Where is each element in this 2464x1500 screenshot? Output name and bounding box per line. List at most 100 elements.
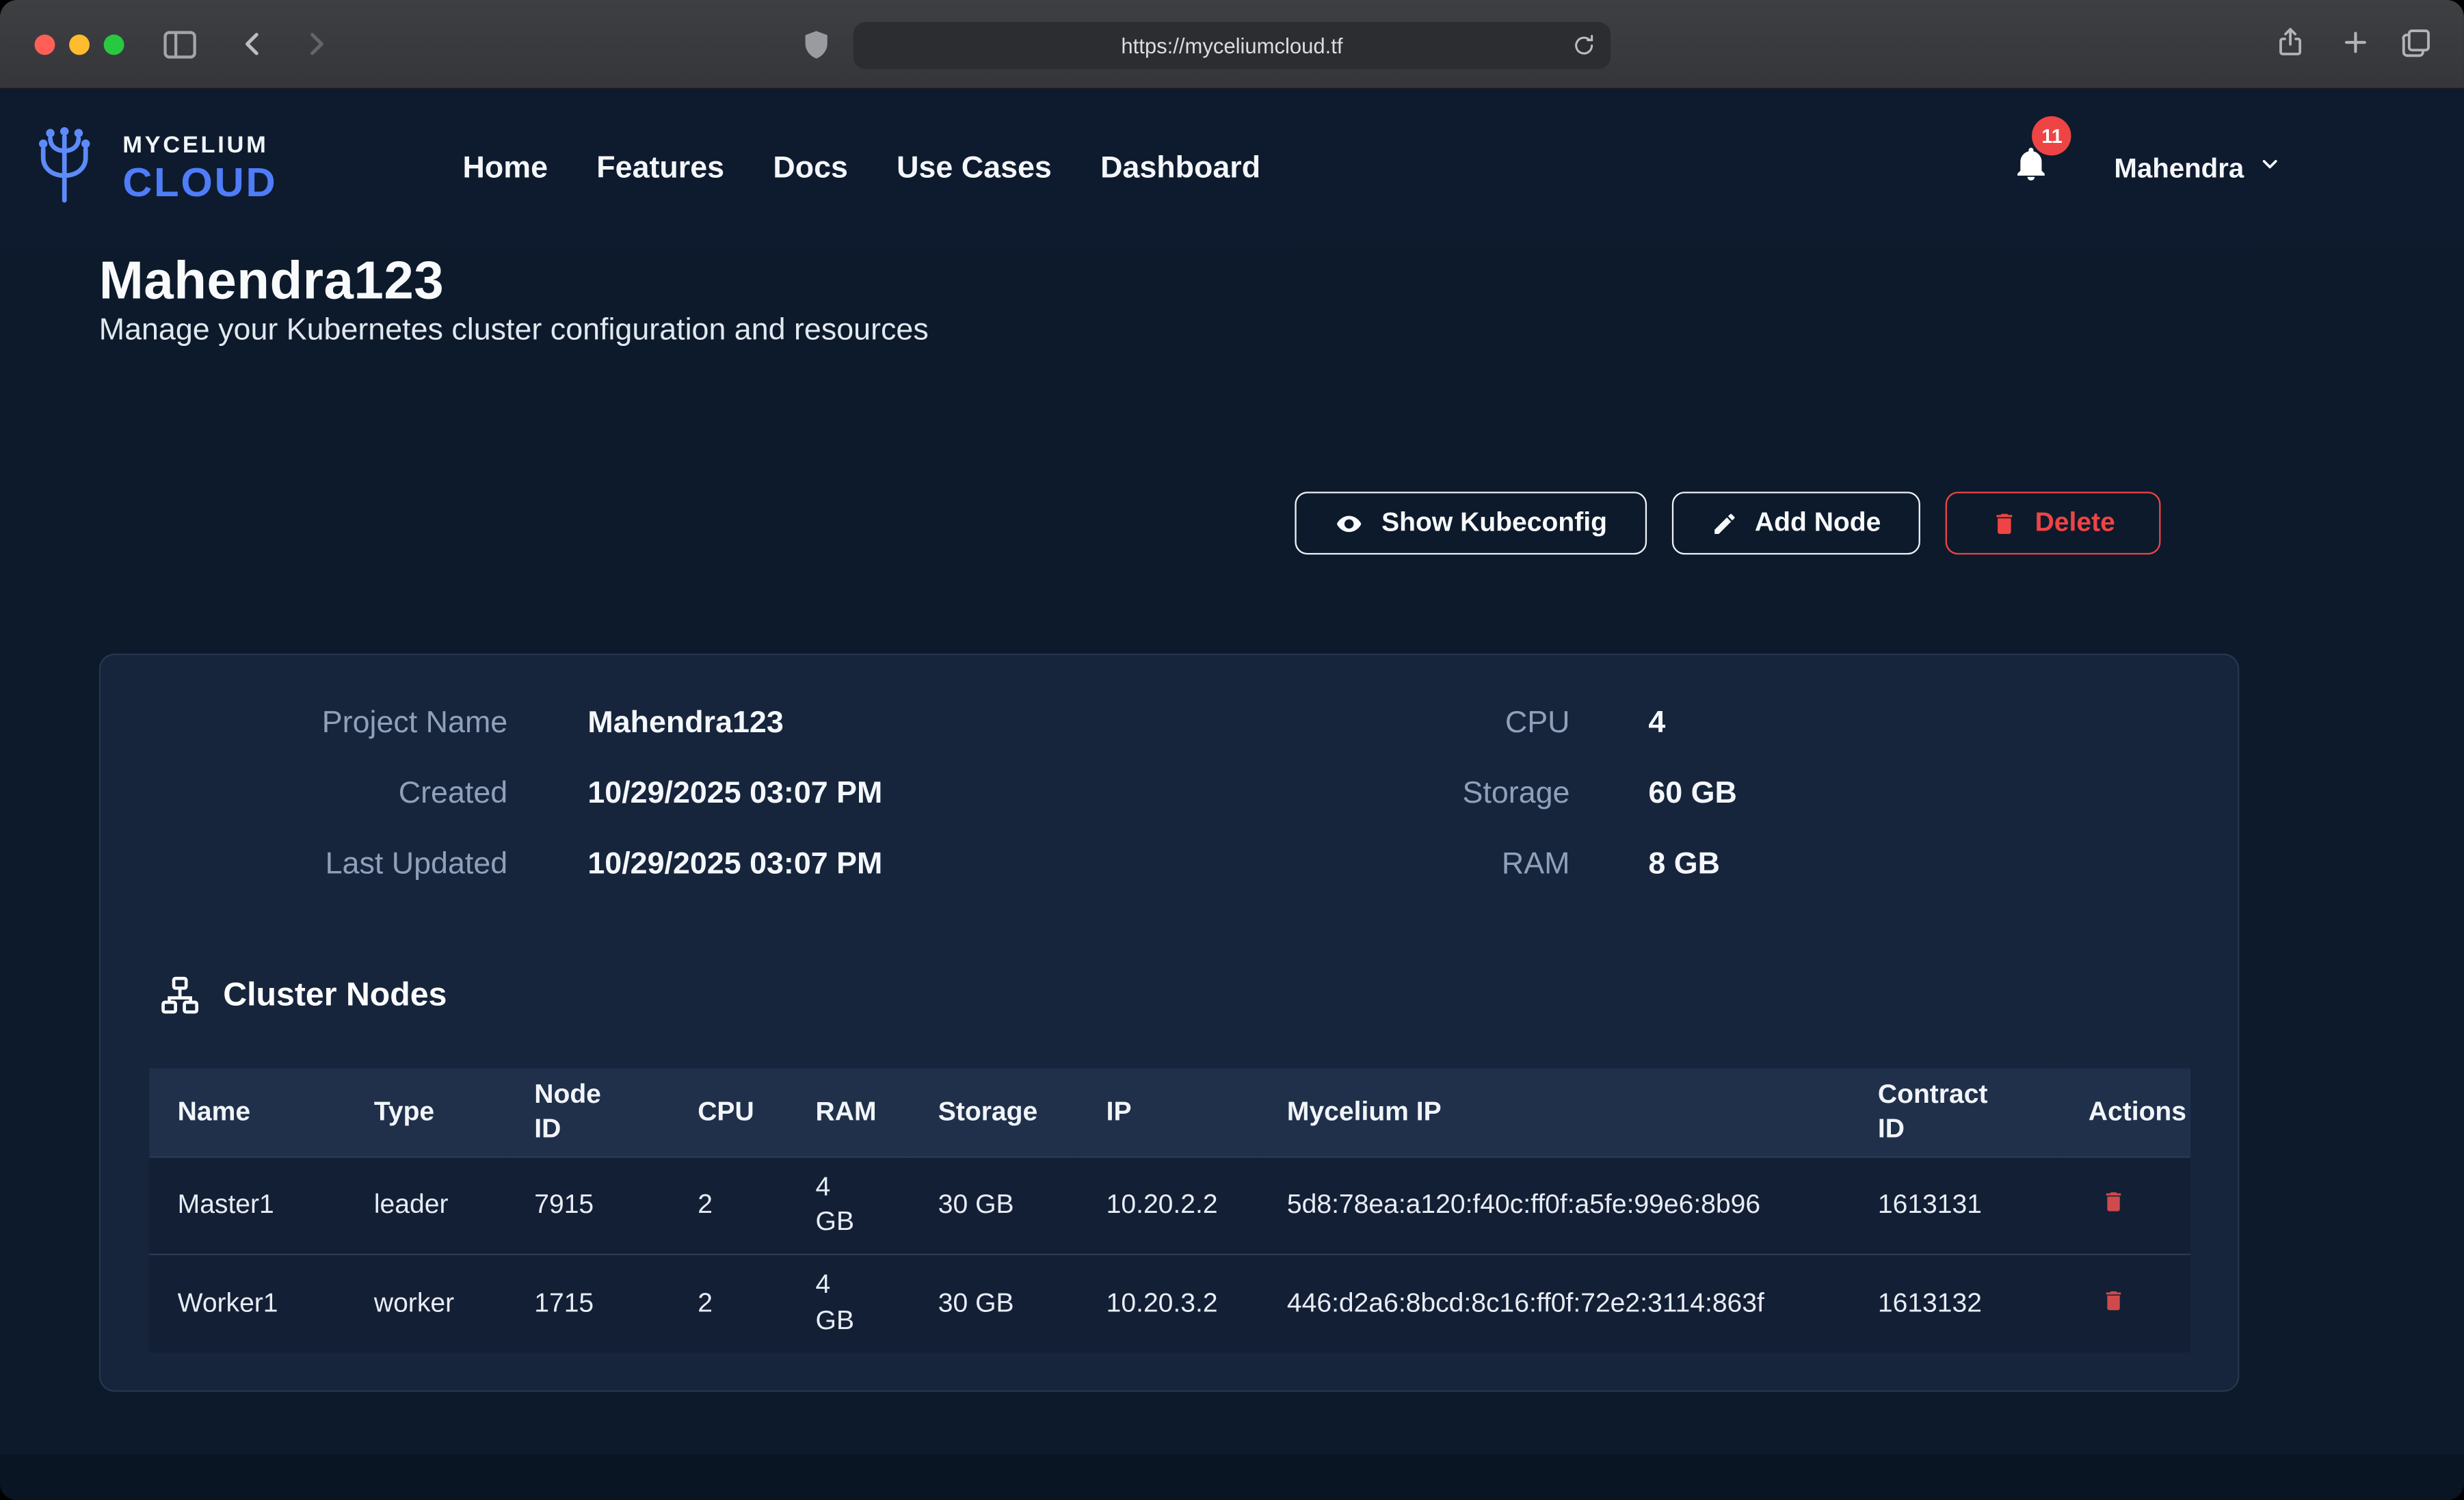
column-header: Mycelium IP	[1259, 1069, 1850, 1157]
brand-text: MYCELIUM CLOUD	[122, 133, 277, 202]
info-value: 4	[1648, 706, 2238, 742]
table-row: Master1 leader 7915 2 4 GB 30 GB 10.20.2…	[149, 1156, 2190, 1255]
cell-node-id: 7915	[506, 1156, 670, 1255]
column-header: Type	[346, 1069, 506, 1157]
delete-label: Delete	[2035, 507, 2115, 539]
close-window-button[interactable]	[35, 35, 55, 55]
sidebar-toggle-icon[interactable]	[160, 25, 199, 64]
pencil-icon	[1711, 510, 1738, 537]
page-title: Mahendra123	[99, 251, 444, 312]
info-value: 60 GB	[1648, 776, 2238, 812]
nav-link[interactable]: Home	[463, 150, 548, 186]
show-kubeconfig-button[interactable]: Show Kubeconfig	[1295, 492, 1647, 554]
delete-node-button[interactable]	[2098, 1285, 2130, 1316]
cell-actions	[2060, 1156, 2190, 1255]
cell-actions	[2060, 1255, 2190, 1353]
nav-link[interactable]: Dashboard	[1100, 150, 1260, 186]
mycelium-logo-icon	[22, 122, 107, 215]
forward-icon[interactable]	[299, 27, 334, 62]
cell-contract-id: 1613132	[1850, 1255, 2061, 1353]
cell-ram: 4 GB	[787, 1156, 910, 1255]
info-row: Created 10/29/2025 03:07 PM	[101, 759, 1169, 829]
column-header: Storage	[910, 1069, 1078, 1157]
notifications-button[interactable]: 11	[2012, 144, 2051, 191]
footer-strip	[0, 1455, 2464, 1500]
nav-link[interactable]: Docs	[773, 150, 848, 186]
info-value: 10/29/2025 03:07 PM	[587, 847, 1169, 883]
info-row: RAM 8 GB	[1169, 829, 2238, 900]
address-bar-url: https://myceliumcloud.tf	[1121, 34, 1342, 57]
minimize-window-button[interactable]	[69, 35, 90, 55]
page-viewport: Mahendra123 Manage your Kubernetes clust…	[0, 90, 2464, 1500]
nodes-table-header-row: Name Type Node ID CPU RAM Storage IP Myc…	[149, 1069, 2190, 1157]
trash-icon	[1991, 510, 2017, 537]
user-menu[interactable]: Mahendra	[2114, 152, 2281, 185]
privacy-shield-icon[interactable]	[800, 28, 833, 61]
cluster-info-left: Project Name Mahendra123 Created 10/29/2…	[101, 688, 1169, 900]
column-header: Name	[149, 1069, 345, 1157]
cluster-info-card: Project Name Mahendra123 Created 10/29/2…	[99, 654, 2240, 1392]
cell-mycelium-ip: 446:d2a6:8bcd:8c16:ff0f:72e2:3114:863f	[1259, 1255, 1850, 1353]
add-node-label: Add Node	[1755, 507, 1881, 539]
info-label: Storage	[1169, 776, 1570, 812]
share-icon[interactable]	[2274, 25, 2307, 58]
cell-type: leader	[346, 1156, 506, 1255]
notification-badge: 11	[2032, 116, 2071, 155]
reload-icon[interactable]	[1572, 33, 1597, 63]
info-value: Mahendra123	[587, 706, 1169, 742]
info-value: 10/29/2025 03:07 PM	[587, 776, 1169, 812]
brand-line1: MYCELIUM	[122, 133, 277, 157]
cell-storage: 30 GB	[910, 1255, 1078, 1353]
cluster-info-right: CPU 4 Storage 60 GB RAM 8 GB	[1169, 688, 2238, 900]
bell-icon	[2012, 163, 2051, 190]
column-header: IP	[1078, 1069, 1258, 1157]
info-row: Project Name Mahendra123	[101, 688, 1169, 758]
cluster-nodes-title: Cluster Nodes	[223, 976, 447, 1014]
top-navbar: MYCELIUM CLOUD Home Features Docs Use Ca…	[0, 90, 2464, 247]
tab-overview-icon[interactable]	[2400, 27, 2433, 59]
browser-window: https://myceliumcloud.tf Mahendra123 Man…	[0, 0, 2464, 1500]
delete-cluster-button[interactable]: Delete	[1946, 492, 2161, 554]
info-row: Storage 60 GB	[1169, 759, 2238, 829]
info-label: RAM	[1169, 847, 1570, 883]
new-tab-icon[interactable]	[2340, 27, 2371, 58]
info-row: CPU 4	[1169, 688, 2238, 758]
cell-storage: 30 GB	[910, 1156, 1078, 1255]
table-row: Worker1 worker 1715 2 4 GB 30 GB 10.20.3…	[149, 1255, 2190, 1353]
brand-line2: CLOUD	[122, 162, 277, 203]
brand-logo[interactable]: MYCELIUM CLOUD	[22, 122, 277, 215]
nav-link[interactable]: Features	[596, 150, 724, 186]
nav-link[interactable]: Use Cases	[897, 150, 1052, 186]
cluster-nodes-heading: Cluster Nodes	[159, 974, 447, 1017]
page-subtitle: Manage your Kubernetes cluster configura…	[99, 312, 929, 349]
chevron-down-icon	[2258, 152, 2281, 184]
back-icon[interactable]	[236, 27, 271, 62]
zoom-window-button[interactable]	[104, 35, 124, 55]
cell-mycelium-ip: 5d8:78ea:a120:f40c:ff0f:a5fe:99e6:8b96	[1259, 1156, 1850, 1255]
nodes-table: Name Type Node ID CPU RAM Storage IP Myc…	[149, 1069, 2190, 1353]
screenshot-stage: https://myceliumcloud.tf Mahendra123 Man…	[0, 0, 2464, 1500]
cell-contract-id: 1613131	[1850, 1156, 2061, 1255]
cell-name: Worker1	[149, 1255, 345, 1353]
column-header: Actions	[2060, 1069, 2190, 1157]
nodes-table-body: Master1 leader 7915 2 4 GB 30 GB 10.20.2…	[149, 1156, 2190, 1353]
column-header: RAM	[787, 1069, 910, 1157]
delete-node-button[interactable]	[2098, 1186, 2130, 1218]
network-nodes-icon	[159, 974, 201, 1017]
info-value: 8 GB	[1648, 847, 2238, 883]
cluster-actions: Show Kubeconfig Add Node Delete	[1295, 492, 2161, 554]
add-node-button[interactable]: Add Node	[1671, 492, 1920, 554]
cell-cpu: 2	[670, 1156, 787, 1255]
nodes-table-wrap: Name Type Node ID CPU RAM Storage IP Myc…	[149, 1069, 2190, 1353]
info-label: Project Name	[101, 706, 507, 742]
cell-cpu: 2	[670, 1255, 787, 1353]
trash-icon	[2101, 1288, 2126, 1313]
column-header: Node ID	[506, 1069, 670, 1157]
address-bar[interactable]: https://myceliumcloud.tf	[853, 22, 1611, 69]
traffic-lights	[35, 35, 124, 55]
cluster-info-grid: Project Name Mahendra123 Created 10/29/2…	[101, 655, 2238, 900]
show-kubeconfig-label: Show Kubeconfig	[1381, 507, 1607, 539]
cell-ram: 4 GB	[787, 1255, 910, 1353]
browser-chrome: https://myceliumcloud.tf	[0, 0, 2464, 90]
cell-ip: 10.20.2.2	[1078, 1156, 1258, 1255]
